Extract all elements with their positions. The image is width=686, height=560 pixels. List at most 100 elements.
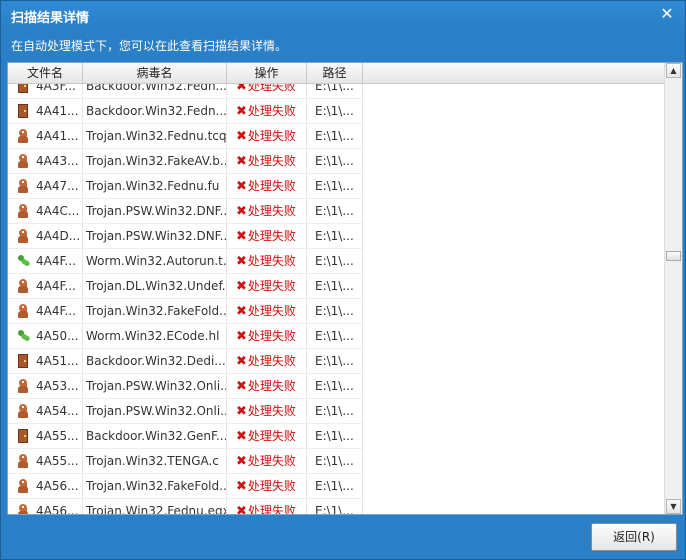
cell-virus-name: Backdoor.Win32.Dedi... [86,354,226,368]
cell-action-label: 处理失败 [247,254,296,268]
fail-x-icon: ✖ [236,204,247,219]
fail-x-icon: ✖ [236,229,247,244]
cell-virus-name: Trojan.Win32.TENGA.c [86,454,219,468]
table-row[interactable]: 4A53... Trojan.PSW.Win32.Onli... ✖处理失败 E:\1… [8,374,363,399]
cell-action: ✖处理失败 [236,324,306,349]
cell-action: ✖处理失败 [236,199,306,224]
cell-virus-name: Trojan.Win32.FakeFold... [86,479,226,493]
horse-icon [16,153,30,169]
scroll-thumb[interactable] [666,251,681,261]
table-row[interactable]: 4A56... Trojan.Win32.FakeFold... ✖处理失败 E:\1… [8,474,363,499]
cell-virus-name: Trojan.DL.Win32.Undef... [86,279,226,293]
fail-x-icon: ✖ [236,279,247,294]
cell-path: E:\1\... [315,229,354,243]
cell-action: ✖处理失败 [236,299,306,324]
cell-path: E:\1\... [315,179,354,193]
fail-x-icon: ✖ [236,304,247,319]
cell-action: ✖处理失败 [236,149,306,174]
cell-action: ✖处理失败 [236,424,306,449]
horse-icon [16,228,30,244]
cell-virus-name: Trojan.PSW.Win32.Onli... [86,404,226,418]
cell-action-label: 处理失败 [247,404,296,418]
cell-filename: 4A53... [36,379,79,393]
table-row[interactable]: 4A4F... Trojan.DL.Win32.Undef... ✖处理失败 E:\1… [8,274,363,299]
worm-icon [16,253,31,269]
fail-x-icon: ✖ [236,154,247,169]
table-row[interactable]: 4A54... Trojan.PSW.Win32.Onli... ✖处理失败 E:\1… [8,399,363,424]
horse-icon [16,378,30,394]
cell-action: ✖处理失败 [236,99,306,124]
horse-icon [16,303,30,319]
horse-icon [16,278,30,294]
scroll-down-button[interactable]: ▼ [666,499,681,514]
cell-action-label: 处理失败 [247,154,296,168]
cell-action-label: 处理失败 [247,354,296,368]
table-row[interactable]: 4A4C... Trojan.PSW.Win32.DNF... ✖处理失败 E:\1\… [8,199,363,224]
return-button[interactable]: 返回(R) [591,523,677,551]
column-header-path[interactable]: 路径 [307,63,363,83]
horse-icon [16,478,30,494]
cell-action: ✖处理失败 [236,124,306,149]
cell-filename: 4A55... [36,429,79,443]
cell-filename: 4A50... [36,329,79,343]
cell-path: E:\1\... [315,379,354,393]
cell-filename: 4A4F... [36,254,76,268]
cell-virus-name: Trojan.Win32.Fednu.eqx [86,504,226,515]
fail-x-icon: ✖ [236,354,247,369]
cell-virus-name: Trojan.Win32.FakeFold... [86,304,226,318]
fail-x-icon: ✖ [236,329,247,344]
table-row[interactable]: 4A50... Worm.Win32.ECode.hl ✖处理失败 E:\1\... [8,324,363,349]
cell-action-label: 处理失败 [247,179,296,193]
cell-action: ✖处理失败 [236,249,306,274]
table-row[interactable]: 4A4D... Trojan.PSW.Win32.DNF... ✖处理失败 E:\1\… [8,224,363,249]
table-row[interactable]: 4A55... Backdoor.Win32.GenF... ✖处理失败 E:\1\.… [8,424,363,449]
cell-virus-name: Trojan.PSW.Win32.DNF... [86,229,226,243]
table-row[interactable]: 4A41... Trojan.Win32.Fednu.tcq ✖处理失败 E:\1\.… [8,124,363,149]
fail-x-icon: ✖ [236,479,247,494]
fail-x-icon: ✖ [236,404,247,419]
vertical-scrollbar[interactable]: ▲ ▼ [664,63,682,514]
cell-filename: 4A55... [36,454,79,468]
table-row[interactable]: 4A4F... Worm.Win32.Autorun.t... ✖处理失败 E:\1\… [8,249,363,274]
cell-action: ✖处理失败 [236,474,306,499]
table-row[interactable]: 4A47... Trojan.Win32.Fednu.fu ✖处理失败 E:\1\..… [8,174,363,199]
table-header: 文件名 病毒名 操作 路径 [8,63,666,84]
cell-action: ✖处理失败 [236,374,306,399]
scroll-up-button[interactable]: ▲ [666,63,681,78]
table-row[interactable]: 4A41... Backdoor.Win32.Fedn... ✖处理失败 E:\1\.… [8,99,363,124]
cell-path: E:\1\... [315,129,354,143]
close-button[interactable]: ✕ [659,6,675,22]
table-row[interactable]: 4A55... Trojan.Win32.TENGA.c ✖处理失败 E:\1\... [8,449,363,474]
horse-icon [16,403,30,419]
cell-action: ✖处理失败 [236,349,306,374]
cell-filename: 4A4C... [36,204,80,218]
table-row[interactable]: 4A51... Backdoor.Win32.Dedi... ✖处理失败 E:\1\.… [8,349,363,374]
table-row[interactable]: 4A4F... Trojan.Win32.FakeFold... ✖处理失败 E:\1… [8,299,363,324]
scan-result-window: 扫描结果详情 ✕ 在自动处理模式下，您可以在此查看扫描结果详情。 4A3F...… [0,0,686,560]
cell-action-label: 处理失败 [247,479,296,493]
table-row[interactable]: 4A56... Trojan.Win32.Fednu.eqx ✖处理失败 E:\1\.… [8,499,363,515]
fail-x-icon: ✖ [236,454,247,469]
column-header-filename[interactable]: 文件名 [8,63,83,83]
cell-path: E:\1\... [315,429,354,443]
cell-action: ✖处理失败 [236,399,306,424]
table-row[interactable]: 4A43... Trojan.Win32.FakeAV.b... ✖处理失败 E:\1… [8,149,363,174]
titlebar: 扫描结果详情 ✕ [1,1,685,29]
cell-action-label: 处理失败 [247,104,296,118]
cell-filename: 4A43... [36,154,79,168]
column-header-action[interactable]: 操作 [227,63,307,83]
cell-virus-name: Worm.Win32.Autorun.t... [86,254,226,268]
cell-path: E:\1\... [315,504,354,515]
result-table: 4A3F... Backdoor.Win32.Fedn... ✖处理失败 E:\1\.… [7,62,683,515]
cell-action: ✖处理失败 [236,174,306,199]
cell-filename: 4A51... [36,354,79,368]
cell-path: E:\1\... [315,304,354,318]
cell-virus-name: Backdoor.Win32.GenF... [86,429,226,443]
fail-x-icon: ✖ [236,379,247,394]
horse-icon [16,128,30,144]
column-header-virus[interactable]: 病毒名 [83,63,227,83]
cell-filename: 4A4F... [36,279,76,293]
door-icon [16,103,30,119]
cell-filename: 4A54... [36,404,79,418]
cell-path: E:\1\... [315,404,354,418]
